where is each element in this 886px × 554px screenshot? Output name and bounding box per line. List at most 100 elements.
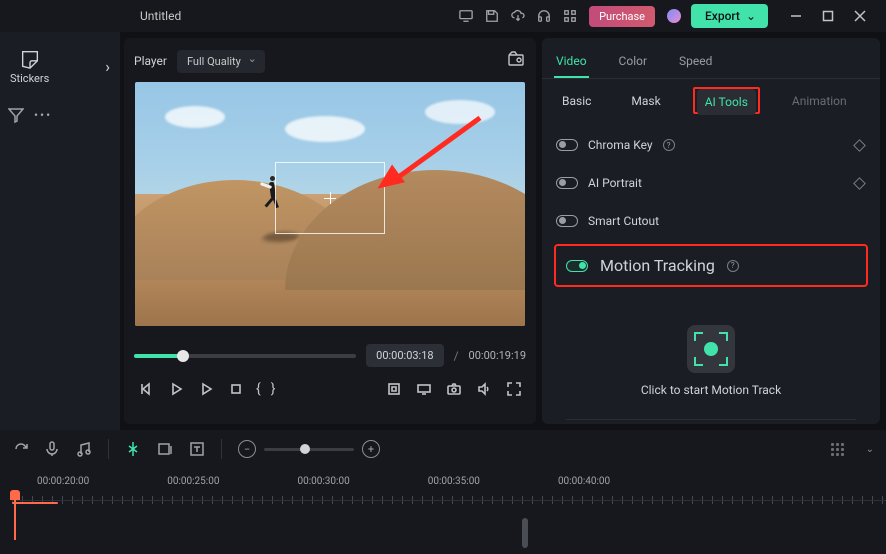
feature-label: Chroma Key [588,138,653,152]
tab-color[interactable]: Color [617,46,649,78]
properties-tabs-secondary: Basic Mask AI Tools Animation [542,79,880,122]
save-icon[interactable] [481,5,503,27]
timeline-ruler[interactable]: 00:00:20:00 00:00:25:00 00:00:30:00 00:0… [0,468,886,554]
zoom-out-button[interactable]: − [238,440,256,458]
zoom-in-button[interactable]: + [362,440,380,458]
tick-label: 00:00:35:00 [428,476,480,487]
timeline-toolbar: − + ⌄ [0,430,886,468]
cloud-download-icon[interactable] [507,5,529,27]
cut-icon[interactable] [125,441,141,457]
play-alt-icon[interactable] [196,379,216,399]
left-sidebar: Stickers › ••• [0,32,120,430]
tick-label: 00:00:25:00 [167,476,219,487]
toggle-icon[interactable] [566,260,588,272]
quality-select[interactable]: Full Quality [177,50,265,73]
prev-frame-icon[interactable] [136,379,156,399]
toggle-icon[interactable] [556,177,578,189]
mark-in-icon[interactable]: { [256,381,261,397]
play-icon[interactable] [166,379,186,399]
highlight-box-ai-tools: AI Tools [693,87,760,114]
title-bar: Untitled Purchase Export⌄ [0,0,886,32]
sidebar-item-label: Stickers [10,72,49,85]
tab-basic[interactable]: Basic [554,88,599,114]
mic-icon[interactable] [44,441,60,457]
feature-label: Smart Cutout [588,214,659,228]
purchase-button[interactable]: Purchase [589,6,655,27]
headphones-icon[interactable] [533,5,555,27]
playback-controls: { } [134,379,526,399]
sidebar-item-stickers[interactable]: Stickers [10,48,49,85]
camera-icon[interactable] [444,379,464,399]
close-button[interactable] [844,0,876,32]
preview-panel: Player Full Quality 00:00:03:18 / 00:00:… [124,38,536,424]
minimize-button[interactable] [780,0,812,32]
start-motion-track-button[interactable] [687,325,735,373]
chevron-down-icon: ⌄ [746,9,756,23]
apps-icon[interactable] [559,5,581,27]
tick-label: 00:00:20:00 [37,476,89,487]
project-title: Untitled [140,9,181,23]
export-button[interactable]: Export⌄ [691,4,768,28]
properties-tabs-primary: Video Color Speed [542,38,880,79]
sticker-icon [19,48,41,70]
tab-ai-tools[interactable]: AI Tools [697,89,756,115]
preview-label: Player [134,54,167,68]
redo-icon[interactable] [12,441,28,457]
tab-speed[interactable]: Speed [677,46,714,78]
feature-chroma-key[interactable]: Chroma Key ? [554,126,868,164]
marker-icon[interactable] [157,441,173,457]
monitor-icon[interactable] [455,5,477,27]
text-icon[interactable] [189,441,205,457]
feature-smart-cutout[interactable]: Smart Cutout [554,202,868,240]
toggle-icon[interactable] [556,215,578,227]
zoom-slider[interactable] [264,448,354,451]
fullscreen-icon[interactable] [504,379,524,399]
snapshot-icon[interactable] [508,51,524,71]
keyframe-icon[interactable] [853,177,866,190]
maximize-button[interactable] [812,0,844,32]
help-icon[interactable]: ? [727,260,739,272]
display-icon[interactable] [414,379,434,399]
ai-features-list: Chroma Key ? AI Portrait Smart Cutout Mo… [542,122,880,424]
more-icon[interactable]: ••• [34,108,52,122]
timeline-panel: − + ⌄ 00:00:20:00 00:00:25:00 00:00:30:0… [0,430,886,554]
crop-icon[interactable] [384,379,404,399]
tab-animation[interactable]: Animation [784,88,855,114]
tab-mask[interactable]: Mask [623,88,668,114]
filter-icon[interactable] [8,107,24,123]
video-preview[interactable] [135,82,525,326]
total-time: 00:00:19:19 [469,349,526,362]
divider [566,419,856,420]
chevron-down-icon[interactable]: ⌄ [866,444,874,455]
progress-slider[interactable] [134,354,356,358]
highlight-box-motion-tracking: Motion Tracking ? [554,244,868,287]
stop-icon[interactable] [226,379,246,399]
tab-video[interactable]: Video [554,46,589,78]
playhead[interactable] [10,490,20,540]
tick-label: 00:00:30:00 [297,476,349,487]
properties-panel: Video Color Speed Basic Mask AI Tools An… [542,38,880,424]
volume-icon[interactable] [474,379,494,399]
keyframe-icon[interactable] [853,139,866,152]
motion-track-cta-area: Click to start Motion Track [554,291,868,411]
feature-label: Motion Tracking [600,256,715,275]
zoom-controls: − + [238,440,380,458]
feature-label: AI Portrait [588,176,642,190]
account-avatar-icon[interactable] [667,9,681,23]
current-time: 00:00:03:18 [366,344,443,367]
track-target-icon [704,342,718,356]
mark-out-icon[interactable]: } [271,381,276,397]
motion-track-cta-label: Click to start Motion Track [641,383,781,397]
tracking-rectangle[interactable] [275,162,385,234]
chevron-right-icon[interactable]: › [105,57,110,76]
help-icon[interactable]: ? [663,139,675,151]
scrollbar-thumb[interactable] [522,518,528,548]
feature-ai-portrait[interactable]: AI Portrait [554,164,868,202]
main-area: Stickers › ••• Player Full Quality [0,32,886,430]
grip-icon[interactable] [831,443,844,456]
music-icon[interactable] [76,441,92,457]
toggle-icon[interactable] [556,139,578,151]
playback-progress: 00:00:03:18 / 00:00:19:19 [134,344,526,367]
time-separator: / [454,349,459,363]
tick-label: 00:00:40:00 [558,476,610,487]
